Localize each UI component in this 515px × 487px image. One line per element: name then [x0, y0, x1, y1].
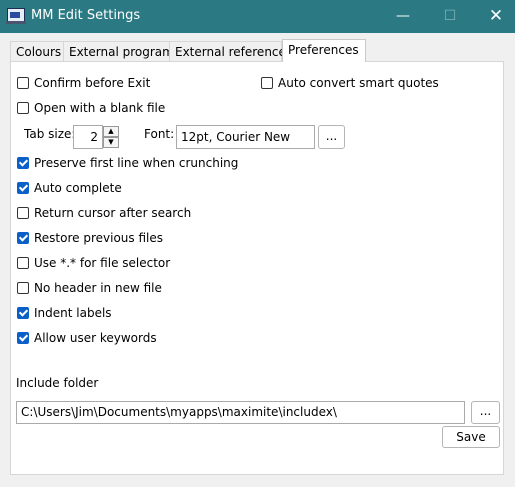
include-folder-field[interactable]: C:\Users\Jim\Documents\myapps\maximite\i… [16, 401, 465, 424]
checkbox-label: Use *.* for file selector [34, 256, 171, 270]
checkbox-box[interactable] [17, 102, 29, 114]
checkbox-box[interactable] [17, 257, 29, 269]
include-folder-label: Include folder [16, 376, 99, 390]
checkbox-label: No header in new file [34, 281, 162, 295]
include-folder-browse-button[interactable]: ... [471, 401, 500, 424]
checkmark-icon[interactable] [17, 157, 29, 169]
minimize-button[interactable]: — [380, 0, 426, 32]
font-browse-button[interactable]: ... [318, 125, 345, 149]
checkbox-label: Allow user keywords [34, 331, 157, 345]
window-title: MM Edit Settings [31, 8, 141, 23]
checkbox-label: Open with a blank file [34, 101, 166, 115]
checkbox-box[interactable] [17, 207, 29, 219]
tab-preferences[interactable]: Preferences [282, 39, 366, 62]
tab-size-label: Tab size: [24, 127, 76, 141]
tab-size-spinner[interactable]: 2 [73, 125, 103, 149]
checkbox-label: Confirm before Exit [34, 76, 151, 90]
tab-external-references[interactable]: External references [169, 41, 292, 61]
checkbox-box[interactable] [17, 77, 29, 89]
tab-size-value: 2 [90, 130, 98, 144]
checkmark-icon[interactable] [17, 182, 29, 194]
checkmark-icon[interactable] [17, 307, 29, 319]
checkbox-box[interactable] [261, 77, 273, 89]
save-button[interactable]: Save [442, 426, 500, 448]
spin-up-icon[interactable]: ▲ [103, 126, 119, 137]
checkbox-label: Auto complete [34, 181, 122, 195]
checkbox-label: Return cursor after search [34, 206, 192, 220]
checkbox-label: Preserve first line when crunching [34, 156, 239, 170]
close-button[interactable]: ✕ [473, 0, 515, 32]
checkbox-label: Auto convert smart quotes [278, 76, 439, 90]
font-field[interactable]: 12pt, Courier New [176, 125, 315, 149]
font-label: Font: [144, 127, 175, 141]
spin-down-icon[interactable]: ▼ [103, 137, 119, 148]
checkbox-box[interactable] [17, 282, 29, 294]
tab-external-programs[interactable]: External programs [63, 41, 180, 61]
tab-colours[interactable]: Colours [10, 41, 64, 61]
checkbox-label: Restore previous files [34, 231, 163, 245]
maximize-button[interactable]: ☐ [427, 0, 473, 32]
settings-window: MM Edit Settings — ☐ ✕ Colours External … [0, 0, 515, 487]
checkmark-icon[interactable] [17, 332, 29, 344]
checkmark-icon[interactable] [17, 232, 29, 244]
title-bar[interactable]: MM Edit Settings — ☐ ✕ [0, 0, 515, 33]
app-icon [6, 8, 26, 24]
checkbox-label: Indent labels [34, 306, 112, 320]
